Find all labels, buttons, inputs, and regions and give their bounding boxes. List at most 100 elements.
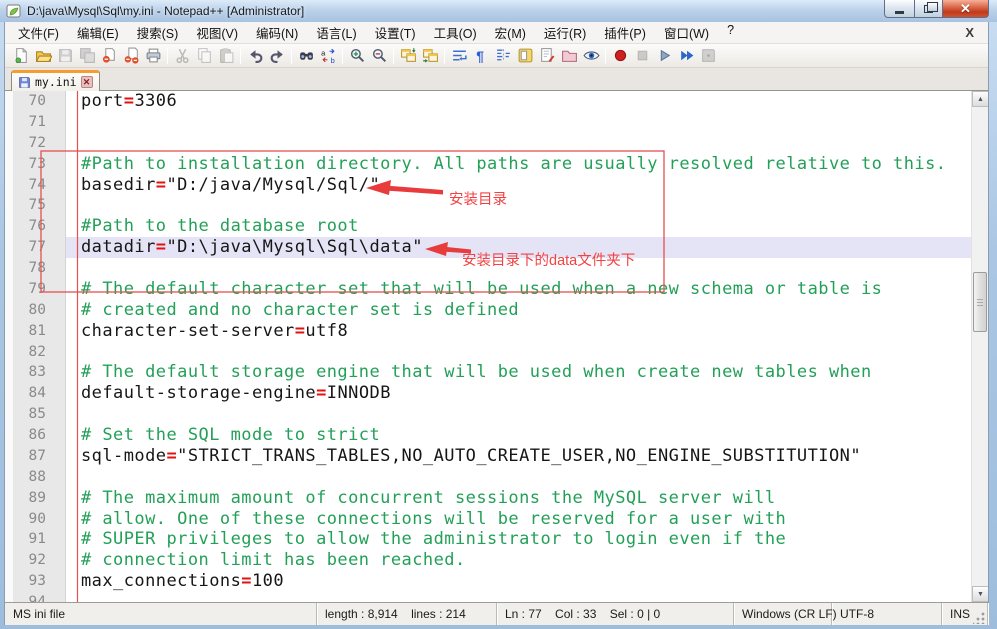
replace-icon[interactable]: ab <box>318 46 338 66</box>
line-text: # SUPER privileges to allow the administ… <box>66 529 971 550</box>
line-text: # Set the SQL mode to strict <box>66 425 971 446</box>
indent-guide-icon[interactable] <box>493 46 513 66</box>
new-file-icon[interactable] <box>11 46 31 66</box>
find-icon[interactable] <box>296 46 316 66</box>
code-line-89[interactable]: 89# The maximum amount of concurrent ses… <box>5 488 971 509</box>
restore-icon <box>924 5 933 13</box>
close-all-icon[interactable] <box>121 46 141 66</box>
close-button[interactable]: ✕ <box>943 0 989 18</box>
menu-item-11[interactable]: 插件(P) <box>595 20 655 45</box>
code-line-94[interactable]: 94 <box>5 592 971 602</box>
code-line-82[interactable]: 82 <box>5 342 971 363</box>
code-line-93[interactable]: 93max_connections=100 <box>5 571 971 592</box>
undo-icon[interactable] <box>245 46 265 66</box>
resize-grip[interactable] <box>973 611 986 624</box>
title-bar[interactable]: D:\java\Mysql\Sql\my.ini - Notepad++ [Ad… <box>0 0 997 22</box>
code-line-74[interactable]: 74basedir="D:/java/Mysql/Sql/" <box>5 175 971 196</box>
saved-file-icon <box>18 76 31 89</box>
code-line-81[interactable]: 81character-set-server=utf8 <box>5 321 971 342</box>
doc-map-icon[interactable] <box>515 46 535 66</box>
save-file-icon[interactable] <box>55 46 75 66</box>
menu-close-button[interactable]: X <box>961 25 978 40</box>
code-line-70[interactable]: 70port=3306 <box>5 91 971 112</box>
menu-item-2[interactable]: 编辑(E) <box>68 20 128 45</box>
open-file-icon[interactable] <box>33 46 53 66</box>
code-line-77[interactable]: 77datadir="D:\java\Mysql\Sql\data" <box>5 237 971 258</box>
code-line-85[interactable]: 85 <box>5 404 971 425</box>
run-macro-multi-icon[interactable] <box>676 46 696 66</box>
tab-bar: my.ini ✕ <box>5 68 988 91</box>
code-line-83[interactable]: 83# The default storage engine that will… <box>5 362 971 383</box>
save-macro-icon[interactable] <box>698 46 718 66</box>
line-number: 72 <box>5 133 66 154</box>
code-line-88[interactable]: 88 <box>5 467 971 488</box>
menu-item-8[interactable]: 工具(O) <box>425 20 486 45</box>
code-line-91[interactable]: 91# SUPER privileges to allow the admini… <box>5 529 971 550</box>
menu-item-9[interactable]: 宏(M) <box>486 20 535 45</box>
svg-text:¶: ¶ <box>476 48 484 64</box>
status-bar: MS ini file length : 8,914 lines : 214 L… <box>5 602 988 625</box>
paste-icon[interactable] <box>216 46 236 66</box>
line-text: # The default character set that will be… <box>66 279 971 300</box>
redo-icon[interactable] <box>267 46 287 66</box>
menu-item-7[interactable]: 设置(T) <box>366 20 425 45</box>
code-line-80[interactable]: 80# created and no character set is defi… <box>5 300 971 321</box>
code-line-78[interactable]: 78 <box>5 258 971 279</box>
code-area[interactable]: 70port=3306717273#Path to installation d… <box>5 91 971 602</box>
menu-item-5[interactable]: 编码(N) <box>247 20 307 45</box>
line-number: 89 <box>5 488 66 509</box>
code-line-92[interactable]: 92# connection limit has been reached. <box>5 550 971 571</box>
stop-record-icon[interactable] <box>632 46 652 66</box>
menu-item-6[interactable]: 语言(L) <box>307 20 365 45</box>
scrollbar-thumb[interactable] <box>973 272 987 332</box>
record-macro-icon[interactable] <box>610 46 630 66</box>
tab-close-icon[interactable]: ✕ <box>81 76 93 88</box>
word-wrap-icon[interactable] <box>449 46 469 66</box>
sync-vertical-icon[interactable] <box>398 46 418 66</box>
save-all-icon[interactable] <box>77 46 97 66</box>
scroll-up-icon[interactable]: ▲ <box>972 91 988 107</box>
monitoring-icon[interactable] <box>581 46 601 66</box>
vertical-scrollbar[interactable]: ▲ ▼ <box>971 91 988 602</box>
code-line-87[interactable]: 87sql-mode="STRICT_TRANS_TABLES,NO_AUTO_… <box>5 446 971 467</box>
code-line-84[interactable]: 84default-storage-engine=INNODB <box>5 383 971 404</box>
notepadpp-window: D:\java\Mysql\Sql\my.ini - Notepad++ [Ad… <box>0 0 997 629</box>
zoom-in-icon[interactable] <box>347 46 367 66</box>
line-text: character-set-server=utf8 <box>66 321 971 342</box>
close-file-icon[interactable] <box>99 46 119 66</box>
restore-button[interactable] <box>914 0 943 18</box>
code-line-79[interactable]: 79# The default character set that will … <box>5 279 971 300</box>
scroll-down-icon[interactable]: ▼ <box>972 586 988 602</box>
status-insert-mode[interactable]: INS <box>942 603 988 625</box>
copy-icon[interactable] <box>194 46 214 66</box>
code-line-71[interactable]: 71 <box>5 112 971 133</box>
play-macro-icon[interactable] <box>654 46 674 66</box>
menu-item-13[interactable]: ? <box>718 20 743 45</box>
line-text: # allow. One of these connections will b… <box>66 509 971 530</box>
menu-item-1[interactable]: 文件(F) <box>9 20 68 45</box>
minimize-button[interactable] <box>884 0 914 18</box>
code-line-73[interactable]: 73#Path to installation directory. All p… <box>5 154 971 175</box>
toolbar-separator <box>342 48 343 64</box>
show-symbols-icon[interactable]: ¶ <box>471 46 491 66</box>
menu-item-3[interactable]: 搜索(S) <box>128 20 188 45</box>
menu-item-12[interactable]: 窗口(W) <box>655 20 718 45</box>
print-icon[interactable] <box>143 46 163 66</box>
tab-my-ini[interactable]: my.ini ✕ <box>11 70 100 91</box>
cut-icon[interactable] <box>172 46 192 66</box>
menu-item-10[interactable]: 运行(R) <box>535 20 595 45</box>
code-line-90[interactable]: 90# allow. One of these connections will… <box>5 509 971 530</box>
folder-workspace-icon[interactable] <box>559 46 579 66</box>
line-text: datadir="D:\java\Mysql\Sql\data" <box>66 237 971 258</box>
zoom-out-icon[interactable] <box>369 46 389 66</box>
status-encoding[interactable]: UTF-8 <box>832 603 942 625</box>
function-list-icon[interactable] <box>537 46 557 66</box>
line-number: 94 <box>5 592 66 602</box>
code-line-75[interactable]: 75 <box>5 195 971 216</box>
code-line-72[interactable]: 72 <box>5 133 971 154</box>
status-eol[interactable]: Windows (CR LF) <box>734 603 832 625</box>
menu-item-4[interactable]: 视图(V) <box>187 20 247 45</box>
code-line-86[interactable]: 86# Set the SQL mode to strict <box>5 425 971 446</box>
sync-horizontal-icon[interactable] <box>420 46 440 66</box>
code-line-76[interactable]: 76#Path to the database root <box>5 216 971 237</box>
